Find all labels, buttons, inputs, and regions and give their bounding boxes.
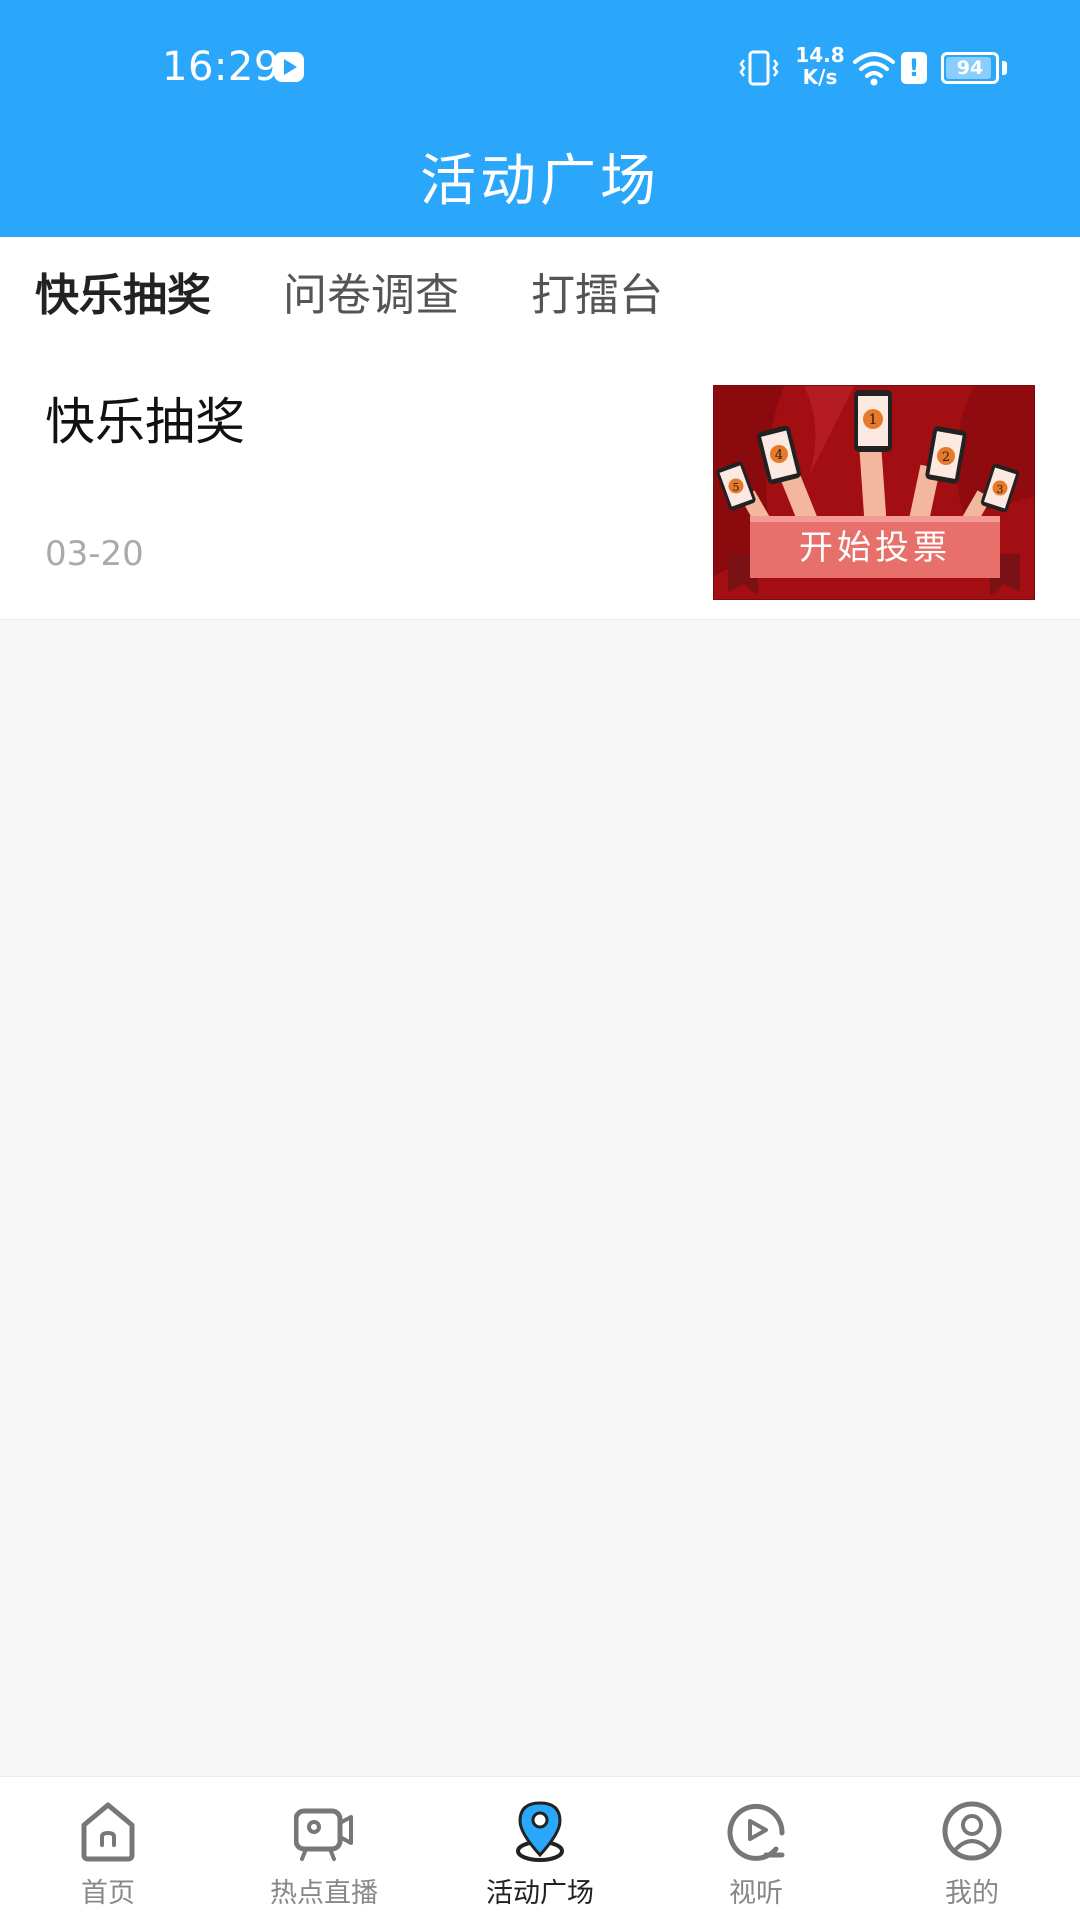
- badge-3: 3: [997, 483, 1004, 496]
- nav-home-label: 首页: [81, 1878, 135, 1909]
- network-speed-value: 14.8: [795, 43, 845, 67]
- user-profile-icon: [942, 1801, 1002, 1861]
- battery-tip: [1002, 61, 1007, 75]
- category-tabs: 快乐抽奖 问卷调查 打擂台: [0, 237, 1080, 352]
- nav-audio-video[interactable]: 视听: [648, 1777, 864, 1920]
- activity-date: 03-20: [45, 534, 144, 574]
- nav-activity-square[interactable]: 活动广场: [432, 1777, 648, 1920]
- nav-hot-live-label: 热点直播: [270, 1878, 378, 1909]
- status-bar: 16:29 14.8 K/s ! 94: [0, 0, 1080, 130]
- nav-hot-live[interactable]: 热点直播: [216, 1777, 432, 1920]
- badge-2: 2: [942, 450, 950, 465]
- battery-icon: 94: [941, 52, 999, 84]
- battery-percentage: 94: [956, 57, 984, 79]
- nav-audio-video-label: 视听: [729, 1878, 783, 1909]
- banner-caption: 开始投票: [799, 528, 951, 568]
- tab-survey[interactable]: 问卷调查: [283, 259, 459, 323]
- location-pin-icon: [516, 1801, 564, 1862]
- tab-lucky-draw[interactable]: 快乐抽奖: [35, 259, 211, 323]
- page-title: 活动广场: [420, 149, 660, 214]
- nav-home[interactable]: 首页: [0, 1777, 216, 1920]
- tab-arena[interactable]: 打擂台: [531, 259, 663, 323]
- play-circle-icon: [727, 1803, 785, 1861]
- vibrate-icon: [739, 50, 779, 86]
- alert-icon: !: [901, 52, 927, 84]
- app-header: 16:29 14.8 K/s ! 94 活动广场: [0, 0, 1080, 237]
- status-time: 16:29: [162, 44, 280, 90]
- badge-5: 5: [733, 481, 740, 494]
- nav-mine-label: 我的: [945, 1878, 999, 1909]
- home-icon: [81, 1802, 135, 1862]
- wifi-icon: [853, 52, 895, 86]
- activity-list-item[interactable]: 快乐抽奖 03-20 1 2 3 4 5 开始投票: [0, 352, 1080, 620]
- activity-thumbnail: 1 2 3 4 5 开始投票: [713, 385, 1035, 600]
- voting-illustration: 1 2 3 4 5 开始投票: [714, 386, 1034, 599]
- nav-mine[interactable]: 我的: [864, 1777, 1080, 1920]
- live-camera-icon: [294, 1808, 353, 1861]
- badge-4: 4: [775, 448, 783, 463]
- network-speed: 14.8 K/s: [795, 44, 845, 88]
- nav-activity-square-label: 活动广场: [486, 1878, 594, 1909]
- activity-title: 快乐抽奖: [45, 393, 245, 451]
- badge-1: 1: [869, 412, 878, 428]
- network-speed-unit: K/s: [802, 65, 838, 89]
- app-notification-icon: [274, 52, 304, 82]
- bottom-navigation: 首页 热点直播 活动广场 视听 我的: [0, 1776, 1080, 1920]
